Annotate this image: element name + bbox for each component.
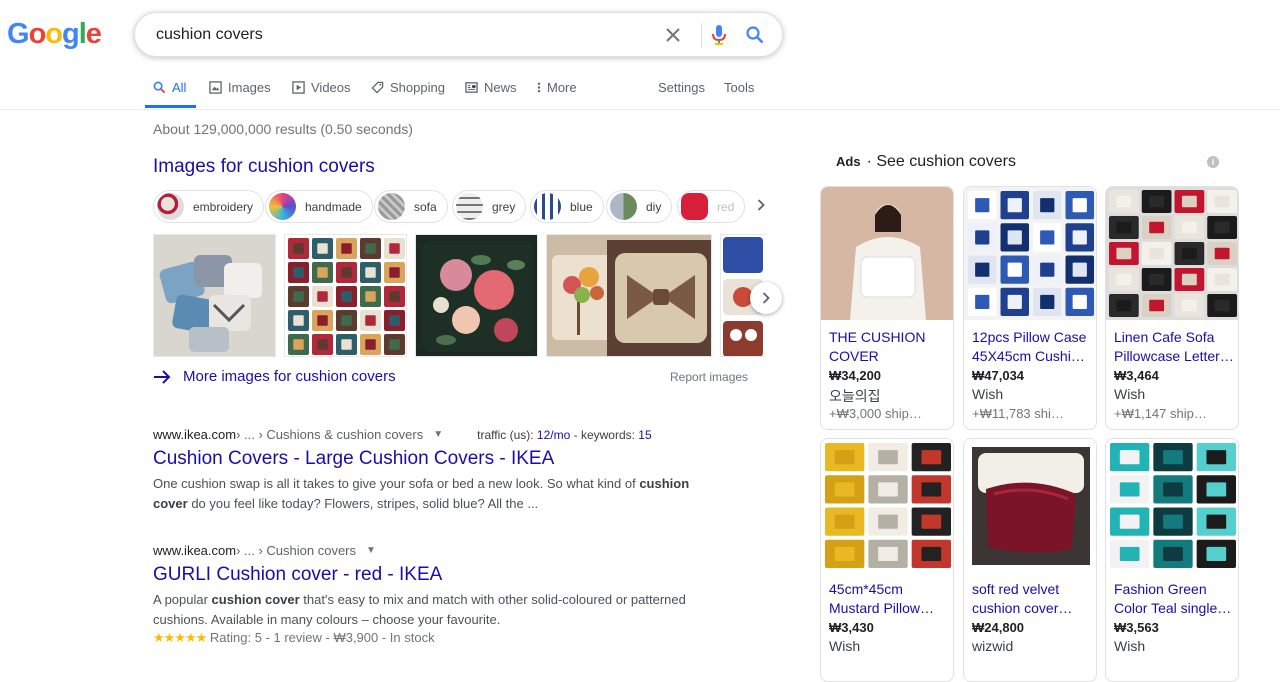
result-title[interactable]: Cushion Covers - Large Cushion Covers - … — [153, 448, 753, 470]
ads-header: Ads · See cushion covers — [836, 153, 1016, 170]
star-rating-icon: ★★★★★ — [153, 630, 207, 645]
product-shipping: +₩3,000 ship… — [829, 406, 922, 421]
chip-thumbnail — [456, 193, 483, 220]
search-icon — [153, 81, 166, 94]
result-snippet: One cushion swap is all it takes to give… — [153, 476, 690, 511]
product-image — [964, 439, 1096, 572]
tab-images[interactable]: Images — [209, 80, 271, 95]
image-chips: embroidery handmade sofa grey blue diy r… — [153, 190, 765, 224]
product-store: Wish — [972, 386, 1004, 402]
mic-icon[interactable] — [707, 23, 731, 47]
product-image — [821, 439, 953, 572]
product-image — [964, 187, 1096, 320]
product-image — [1106, 439, 1238, 572]
result-title[interactable]: GURLI Cushion cover - red - IKEA — [153, 564, 753, 586]
product-card[interactable]: THE CUSHION COVER ₩34,200 오늘의집 +₩3,000 sh… — [820, 186, 954, 430]
product-card[interactable]: soft red velvet cushion cover… ₩24,800 wi… — [963, 438, 1097, 682]
product-name: soft red velvet cushion cover… — [972, 581, 1073, 616]
more-vert-icon — [537, 82, 541, 93]
chip-sofa[interactable]: sofa — [374, 190, 448, 223]
product-store: wizwid — [972, 638, 1014, 654]
result-url[interactable]: www.ikea.com › ... › Cushions & cushion … — [153, 427, 753, 442]
result-url[interactable]: www.ikea.com › ... › Cushion covers ▼ — [153, 543, 753, 558]
active-tab-indicator — [145, 105, 196, 108]
product-image — [1106, 187, 1238, 320]
product-card[interactable]: 12pcs Pillow Case 45X45cm Cushio… ₩47,034… — [963, 186, 1097, 430]
product-price: ₩3,563 — [1114, 620, 1159, 635]
more-images-link[interactable]: More images for cushion covers — [153, 368, 396, 385]
info-icon[interactable]: i — [1207, 156, 1219, 168]
product-price: ₩24,800 — [972, 620, 1025, 635]
chip-red[interactable]: red — [677, 190, 746, 223]
tools-link[interactable]: Tools — [724, 80, 754, 95]
search-result: www.ikea.com › ... › Cushions & cushion … — [153, 427, 753, 514]
chip-handmade[interactable]: handmade — [265, 190, 373, 223]
chip-thumbnail — [610, 193, 637, 220]
image-result[interactable] — [153, 234, 276, 357]
product-name: Fashion Green Color Teal single-… — [1114, 581, 1234, 616]
product-name: 45cm*45cm Mustard Pillow… — [829, 581, 935, 616]
tab-shopping[interactable]: Shopping — [371, 80, 445, 95]
arrow-right-icon — [154, 369, 171, 384]
next-images-button[interactable] — [750, 282, 782, 314]
result-snippet: A popular cushion cover that's easy to m… — [153, 592, 686, 627]
settings-link[interactable]: Settings — [658, 80, 705, 95]
news-icon — [465, 82, 478, 93]
chip-grey[interactable]: grey — [452, 190, 527, 223]
search-divider — [701, 23, 702, 48]
result-rating: ★★★★★ Rating: 5 - 1 review - ₩3,900 - In… — [153, 630, 435, 645]
chip-thumbnail — [269, 193, 296, 220]
product-shipping: +₩11,783 shi… — [972, 406, 1064, 421]
result-stats: About 129,000,000 results (0.50 seconds) — [153, 121, 413, 137]
chip-thumbnail — [681, 193, 708, 220]
chip-embroidery[interactable]: embroidery — [153, 190, 265, 223]
video-icon — [292, 81, 305, 94]
image-icon — [209, 81, 222, 94]
product-card[interactable]: Fashion Green Color Teal single-… ₩3,563 … — [1105, 438, 1239, 682]
chip-thumbnail — [157, 193, 184, 220]
report-images-link[interactable]: Report images — [670, 370, 748, 384]
product-name: Linen Cafe Sofa Pillowcase Letter… — [1114, 329, 1234, 364]
chevron-right-icon[interactable] — [757, 198, 765, 216]
clear-icon[interactable] — [661, 23, 685, 47]
google-logo[interactable]: Google — [7, 18, 102, 51]
product-price: ₩3,430 — [829, 620, 874, 635]
image-result[interactable] — [546, 234, 712, 357]
product-card[interactable]: Linen Cafe Sofa Pillowcase Letter… ₩3,464… — [1105, 186, 1239, 430]
search-icon[interactable] — [743, 23, 767, 47]
product-name: THE CUSHION COVER — [829, 329, 926, 364]
product-price: ₩47,034 — [972, 368, 1025, 383]
product-price: ₩34,200 — [829, 368, 882, 383]
chip-diy[interactable]: diy — [606, 190, 673, 223]
product-shipping: +₩1,147 ship… — [1114, 406, 1207, 421]
product-card[interactable]: 45cm*45cm Mustard Pillow… ₩3,430 Wish — [820, 438, 954, 682]
product-price: ₩3,464 — [1114, 368, 1159, 383]
product-store: Wish — [1114, 386, 1146, 402]
search-box — [134, 12, 783, 57]
seo-metrics: traffic (us): 12/mo - keywords: 15 — [477, 427, 652, 442]
caret-down-icon[interactable]: ▼ — [366, 545, 376, 556]
search-tabs: All Images Videos Shopping News More Set… — [0, 70, 1280, 110]
product-name: 12pcs Pillow Case 45X45cm Cushio… — [972, 329, 1092, 364]
search-result: www.ikea.com › ... › Cushion covers ▼ GU… — [153, 543, 753, 646]
tab-more[interactable]: More — [537, 80, 577, 95]
chip-thumbnail — [534, 193, 561, 220]
chip-blue[interactable]: blue — [530, 190, 604, 223]
tab-videos[interactable]: Videos — [292, 80, 351, 95]
tab-news[interactable]: News — [465, 80, 517, 95]
search-input[interactable] — [154, 24, 634, 46]
chevron-right-icon — [762, 292, 770, 304]
tab-all[interactable]: All — [153, 80, 186, 95]
product-image — [821, 187, 953, 320]
product-store: Wish — [829, 638, 861, 654]
chip-thumbnail — [378, 193, 405, 220]
image-strip — [153, 234, 765, 357]
image-result[interactable] — [415, 234, 538, 357]
product-store: 오늘의집 — [829, 388, 881, 404]
product-store: Wish — [1114, 638, 1146, 654]
images-heading[interactable]: Images for cushion covers — [153, 156, 375, 178]
image-result[interactable] — [284, 234, 407, 357]
caret-down-icon[interactable]: ▼ — [433, 429, 443, 440]
tag-icon — [371, 81, 384, 94]
